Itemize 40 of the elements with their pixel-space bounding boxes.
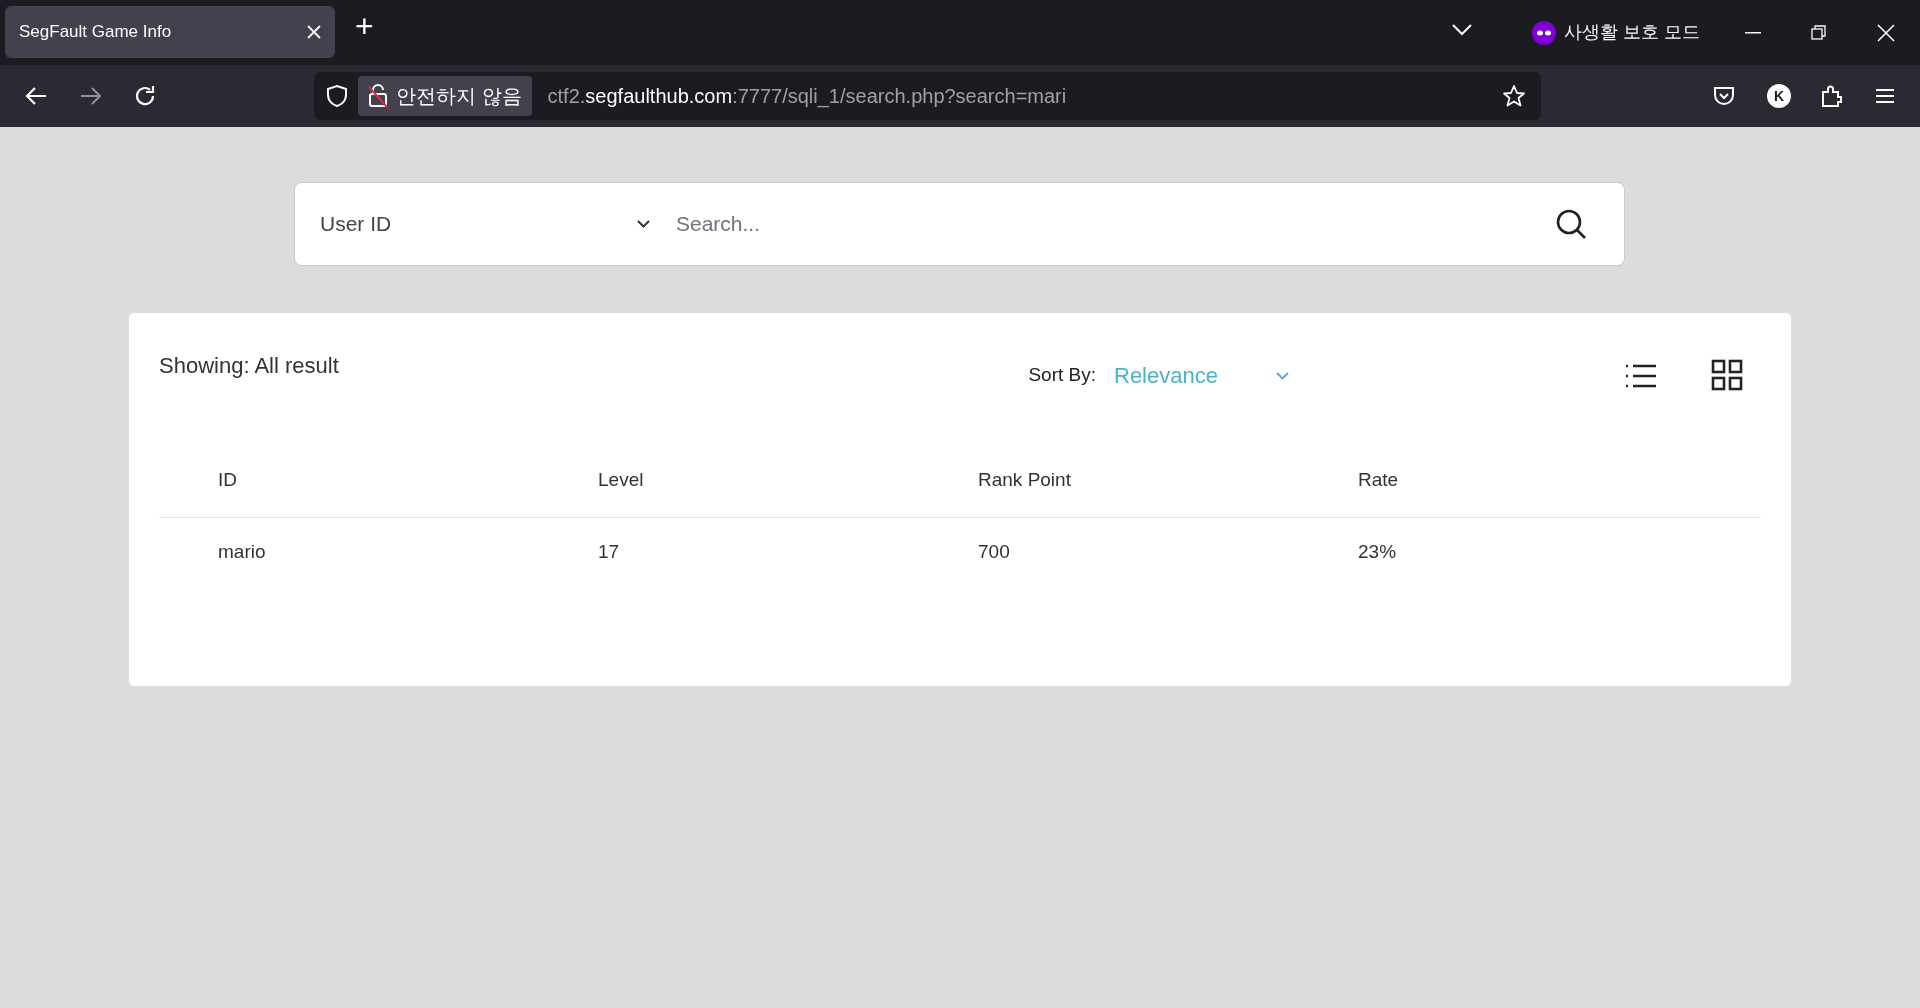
close-icon[interactable]: [307, 25, 321, 39]
table-cell: 17: [539, 517, 919, 587]
url-text[interactable]: ctf2.segfaulthub.com:7777/sqli_1/search.php?search=mari: [547, 81, 1067, 111]
column-header: Rank Point: [919, 397, 1299, 517]
minimize-icon[interactable]: [1745, 32, 1761, 34]
results-count-label: Showing: All result: [159, 352, 339, 380]
search-field[interactable]: Search...: [674, 207, 1555, 241]
restore-icon[interactable]: [1811, 25, 1827, 41]
column-header: Level: [539, 397, 919, 517]
list-icon: [1625, 363, 1657, 388]
column-header: Rate: [1299, 397, 1761, 517]
broken-lock-icon: [368, 84, 388, 108]
security-indicator[interactable]: 안전하지 않음: [358, 76, 532, 116]
new-tab-button[interactable]: +: [355, 10, 374, 42]
account-avatar[interactable]: K: [1767, 84, 1791, 108]
field-select[interactable]: User ID: [320, 208, 650, 240]
reload-icon[interactable]: [134, 85, 156, 107]
forward-arrow-icon[interactable]: [80, 86, 102, 106]
menu-icon[interactable]: [1875, 88, 1895, 104]
close-icon[interactable]: [1877, 24, 1895, 42]
table-cell: 700: [919, 517, 1299, 587]
star-icon[interactable]: [1502, 84, 1526, 108]
back-arrow-icon[interactable]: [25, 86, 47, 106]
chevron-down-icon: [1276, 371, 1289, 380]
pocket-icon[interactable]: [1713, 86, 1735, 106]
shield-icon[interactable]: [326, 84, 348, 108]
private-mode-label: 사생활 보호 모드: [1564, 21, 1700, 44]
address-bar[interactable]: 안전하지 않음 ctf2.segfaulthub.com:7777/sqli_1/search.php?search=mari: [314, 72, 1541, 120]
chevron-down-icon: [637, 220, 650, 228]
grid-icon: [1711, 359, 1743, 391]
search-icon[interactable]: [1555, 208, 1587, 240]
sort-label: Sort By:: [1028, 363, 1096, 388]
chevron-down-icon[interactable]: [1452, 24, 1472, 36]
search-bar[interactable]: User ID Search...: [294, 182, 1625, 266]
table-cell: mario: [159, 517, 539, 587]
mask-icon: [1532, 20, 1556, 45]
puzzle-piece-icon[interactable]: [1821, 84, 1843, 108]
column-header: ID: [159, 397, 539, 517]
table-cell: 23%: [1299, 517, 1761, 587]
browser-tab[interactable]: SegFault Game Info: [5, 6, 335, 58]
